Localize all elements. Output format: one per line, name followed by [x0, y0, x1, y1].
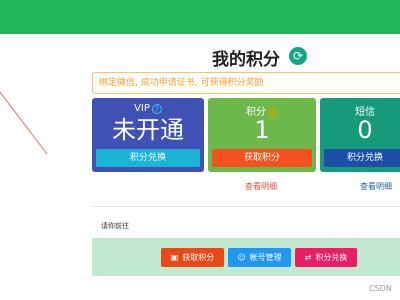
points-card: 积分? 1 获取积分: [208, 98, 316, 172]
decorative-line: [0, 92, 48, 155]
section-divider: [92, 206, 400, 207]
refresh-icon[interactable]: ⟳: [289, 47, 307, 65]
vip-status-value: 未开通: [112, 116, 184, 144]
account-management-label: 帐号管理: [249, 253, 282, 262]
points-exchange-label: 积分兑换: [315, 253, 348, 262]
points-detail-link[interactable]: 查看明细: [245, 181, 277, 192]
top-header-bar: [0, 0, 400, 34]
help-icon[interactable]: ?: [151, 104, 162, 114]
gift-icon: ▣: [170, 253, 179, 262]
account-management-button[interactable]: ☺ 帐号管理: [228, 248, 291, 267]
watermark: CSDN: [369, 284, 392, 293]
exchange-icon: ⇄: [304, 253, 312, 262]
vip-card: VIP? 未开通 积分兑换: [92, 98, 204, 172]
sms-card: 短信 0 积分兑换: [320, 98, 400, 172]
sms-value: 0: [357, 116, 373, 144]
get-points-button[interactable]: 获取积分: [212, 149, 312, 167]
vip-label: VIP: [134, 103, 150, 114]
vip-exchange-button[interactable]: 积分兑换: [96, 149, 200, 167]
notice-banner: 绑定微信, 成功申请证书, 可获得积分奖励: [92, 72, 400, 94]
user-settings-icon: ☺: [237, 253, 246, 262]
points-exchange-button[interactable]: ⇄ 积分兑换: [295, 248, 357, 267]
sms-detail-link[interactable]: 查看明细: [360, 181, 392, 192]
points-value: 1: [254, 116, 270, 144]
earn-points-button[interactable]: ▣ 获取积分: [161, 248, 224, 267]
goto-label: 请你前往: [101, 222, 129, 230]
earn-points-label: 获取积分: [182, 253, 215, 262]
sms-exchange-button[interactable]: 积分兑换: [324, 149, 400, 167]
page-title: 我的积分: [212, 50, 280, 70]
vip-card-header: VIP?: [92, 103, 204, 114]
